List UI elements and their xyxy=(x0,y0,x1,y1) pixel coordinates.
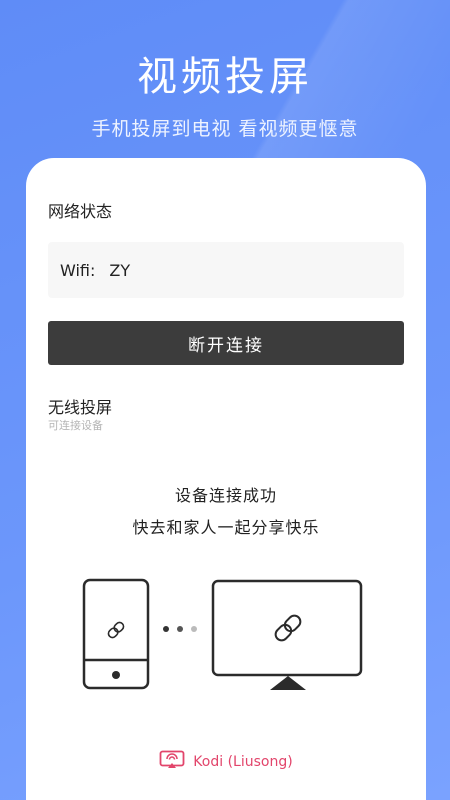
connection-dots xyxy=(163,626,197,632)
page-title: 视频投屏 xyxy=(137,54,313,100)
connection-success-text: 设备连接成功 xyxy=(174,486,277,505)
phone-illustration xyxy=(82,578,152,696)
page-subtitle: 手机投屏到电视 看视频更惬意 xyxy=(91,118,359,140)
available-devices-label: 可连接设备 xyxy=(48,419,103,432)
cast-screen-icon xyxy=(159,750,185,774)
tv-illustration xyxy=(210,578,366,698)
network-status-title: 网络状态 xyxy=(48,202,113,221)
disconnect-button[interactable]: 断开连接 xyxy=(48,321,404,365)
share-joy-text: 快去和家人一起分享快乐 xyxy=(132,518,320,537)
wifi-info-box: Wifi: ZY xyxy=(48,242,404,298)
device-name: Kodi (Liusong) xyxy=(193,754,293,770)
wifi-name: ZY xyxy=(109,260,131,280)
wireless-cast-title: 无线投屏 xyxy=(48,398,113,417)
dot-3 xyxy=(191,626,197,632)
main-card: 网络状态 Wifi: ZY 断开连接 无线投屏 可连接设备 设备连接成功 快去和… xyxy=(26,158,426,800)
dot-2 xyxy=(177,626,183,632)
connected-device[interactable]: Kodi (Liusong) xyxy=(26,750,426,774)
wifi-label: Wifi: xyxy=(60,260,96,280)
dot-1 xyxy=(163,626,169,632)
